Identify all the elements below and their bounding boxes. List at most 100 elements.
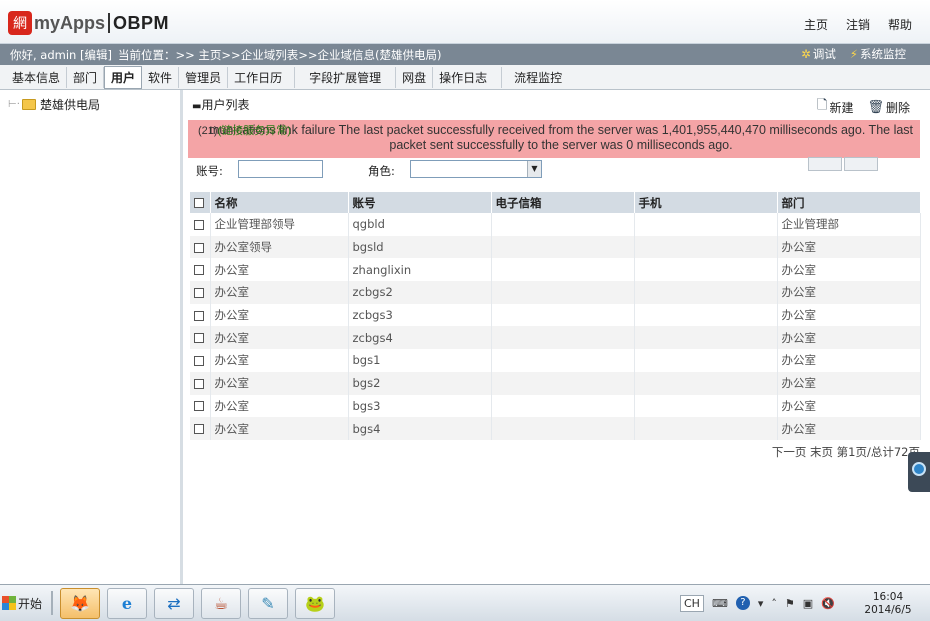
language-indicator[interactable]: CH — [680, 594, 704, 612]
cell-name[interactable]: 办公室 — [210, 349, 349, 372]
help-icon[interactable]: ? — [735, 596, 750, 610]
account-input[interactable] — [238, 160, 323, 178]
table-row[interactable]: 办公室 bgs2 办公室 — [190, 371, 921, 395]
row-checkbox[interactable] — [194, 242, 204, 253]
home-link[interactable]: 主页 — [804, 16, 828, 33]
cell-email — [491, 303, 635, 327]
taskbar: 开始 🦊 e ⇄ ☕ ✎ 🐸 CH ⌨ ? ▾ ˄ ⚑ ▣ 🔇 16:04 20… — [0, 584, 930, 621]
column-mobile[interactable]: 手机 — [634, 192, 778, 213]
table-row[interactable]: 办公室 bgs4 办公室 — [190, 417, 921, 440]
tab-field-extension[interactable]: 字段扩展管理 — [295, 66, 397, 88]
column-email[interactable]: 电子信箱 — [491, 192, 635, 213]
clock[interactable]: 16:04 2014/6/5 — [858, 591, 918, 617]
cell-email — [491, 394, 635, 418]
java-icon[interactable]: ☕ — [201, 588, 241, 619]
table-row[interactable]: 办公室 bgs3 办公室 — [190, 394, 921, 418]
start-button[interactable]: 开始 — [2, 592, 46, 614]
debug-label: 调试 — [812, 47, 836, 61]
row-select-cell — [190, 394, 211, 418]
toolbar-actions: 🗋 新建 🗑 删除 — [817, 96, 910, 118]
row-checkbox[interactable] — [194, 265, 204, 276]
cell-name[interactable]: 办公室 — [210, 281, 349, 304]
cell-name[interactable]: 办公室 — [210, 371, 349, 395]
table-row[interactable]: 办公室领导 bgsld 办公室 — [190, 235, 921, 259]
lightning-icon: ⚡ — [849, 47, 858, 61]
logout-link[interactable]: 注销 — [846, 16, 870, 33]
frog-icon[interactable]: 🐸 — [295, 588, 335, 619]
row-checkbox[interactable] — [194, 333, 204, 344]
tree-node-root[interactable]: ⊢· 楚雄供电局 — [8, 96, 100, 113]
notepad-icon[interactable]: ✎ — [248, 588, 288, 619]
row-checkbox[interactable] — [194, 401, 204, 412]
cell-name[interactable]: 办公室 — [210, 303, 349, 327]
network-icon[interactable]: ▣ — [803, 597, 813, 610]
system-monitor-tool[interactable]: ⚡ 系统监控 — [850, 46, 906, 62]
cell-name[interactable]: 办公室 — [210, 417, 349, 440]
debug-tool[interactable]: ✲ 调试 — [801, 46, 836, 62]
tree-node-label[interactable]: 楚雄供电局 — [40, 96, 100, 113]
user-greeting[interactable]: 你好, admin [编辑] — [10, 47, 112, 63]
tab-department[interactable]: 部门 — [67, 66, 105, 88]
cell-name[interactable]: 办公室 — [210, 258, 349, 282]
firefox-icon[interactable]: 🦊 — [60, 588, 100, 619]
row-checkbox[interactable] — [194, 219, 204, 230]
cell-department: 办公室 — [777, 326, 921, 350]
tab-work-calendar[interactable]: 工作日历 — [228, 66, 296, 88]
column-department[interactable]: 部门 — [777, 192, 921, 213]
column-name[interactable]: 名称 — [210, 192, 349, 213]
tab-netdisk[interactable]: 网盘 — [396, 66, 434, 88]
start-label: 开始 — [18, 596, 43, 611]
row-select-cell — [190, 213, 211, 236]
main-panel: ▬用户列表 🗋 新建 🗑 删除 (21)(链接服务异常) munications l… — [186, 90, 930, 584]
cell-name[interactable]: 办公室 — [210, 394, 349, 418]
table-row[interactable]: 办公室 bgs1 办公室 — [190, 349, 921, 372]
teamviewer-side-widget[interactable] — [908, 452, 930, 492]
cell-department: 办公室 — [777, 235, 921, 259]
row-select-cell — [190, 303, 211, 327]
system-monitor-label: 系统监控 — [860, 47, 906, 61]
cell-name[interactable]: 办公室 — [210, 326, 349, 350]
tab-operation-log[interactable]: 操作日志 — [433, 66, 503, 88]
tab-basic-info[interactable]: 基本信息 — [6, 66, 68, 88]
row-checkbox[interactable] — [194, 378, 204, 389]
cell-name[interactable]: 办公室领导 — [210, 235, 349, 259]
action-center-flag-icon[interactable]: ⚑ — [785, 597, 795, 610]
tab-user[interactable]: 用户 — [104, 65, 143, 89]
tab-admin[interactable]: 管理员 — [179, 66, 229, 88]
keyboard-icon[interactable]: ⌨ — [712, 597, 728, 610]
cell-name[interactable]: 企业管理部领导 — [210, 213, 349, 236]
help-link[interactable]: 帮助 — [888, 16, 912, 33]
table-row[interactable]: 办公室 zcbgs2 办公室 — [190, 281, 921, 304]
pagination[interactable]: 下一页 末页 第1页/总计72页 — [772, 444, 920, 460]
reset-button[interactable] — [844, 157, 878, 171]
show-hidden-icons[interactable]: ˄ — [771, 597, 777, 610]
ime-options-icon[interactable]: ▾ — [758, 597, 764, 610]
search-button[interactable] — [808, 157, 842, 171]
role-select[interactable]: ▼ — [410, 160, 542, 178]
ie-icon[interactable]: e — [107, 588, 147, 619]
cell-email — [491, 371, 635, 395]
table-row[interactable]: 办公室 zhanglixin 办公室 — [190, 258, 921, 282]
volume-muted-icon[interactable]: 🔇 — [821, 597, 835, 610]
teamviewer-icon[interactable]: ⇄ — [154, 588, 194, 619]
column-account[interactable]: 账号 — [348, 192, 492, 213]
new-button[interactable]: 🗋 新建 — [817, 96, 853, 118]
row-checkbox[interactable] — [194, 310, 204, 321]
logo-divider — [108, 13, 111, 33]
search-filters: 账号: 角色: ▼ — [194, 157, 920, 181]
table-row[interactable]: 办公室 zcbgs4 办公室 — [190, 326, 921, 350]
app-logo[interactable]: 網 myApps OBPM — [8, 9, 169, 37]
table-row[interactable]: 企业管理部领导 qgbld 企业管理部 — [190, 213, 921, 236]
row-checkbox[interactable] — [194, 424, 204, 435]
delete-button[interactable]: 🗑 删除 — [867, 96, 910, 118]
cell-mobile — [634, 281, 778, 304]
tab-process-monitor[interactable]: 流程监控 — [502, 67, 568, 88]
row-checkbox[interactable] — [194, 355, 204, 366]
select-all-checkbox[interactable] — [194, 198, 204, 208]
tab-software[interactable]: 软件 — [142, 66, 180, 88]
table-row[interactable]: 办公室 zcbgs3 办公室 — [190, 303, 921, 327]
row-checkbox[interactable] — [194, 287, 204, 298]
select-all-cell — [190, 192, 211, 213]
tree-expand-icon[interactable]: ⊢· — [8, 99, 22, 110]
cell-email — [491, 281, 635, 304]
